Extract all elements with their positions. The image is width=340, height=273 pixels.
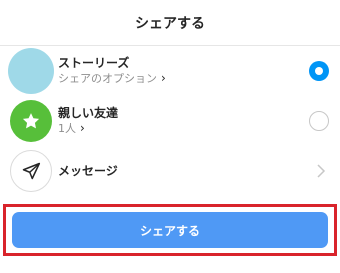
close-friends-texts: 親しい友達 1人 ›	[58, 96, 118, 146]
message-title: メッセージ	[58, 163, 118, 178]
star-icon	[22, 113, 40, 129]
share-button-highlight: シェアする	[3, 204, 337, 256]
message-avatar	[10, 150, 52, 192]
radio-dot	[315, 67, 323, 75]
close-friends-radio[interactable]	[309, 111, 329, 131]
stories-subtitle: シェアのオプション	[58, 72, 157, 85]
sheet-title: シェアする	[135, 15, 205, 32]
share-sheet: シェアする ストーリーズ シェアのオプション › 親しい友達 1人 › メッセー…	[0, 0, 340, 273]
share-option-message[interactable]: メッセージ	[0, 146, 340, 196]
message-texts: メッセージ	[58, 146, 118, 196]
stories-radio[interactable]	[309, 61, 329, 81]
close-friends-subtitle: 1人	[58, 122, 76, 135]
stories-title: ストーリーズ	[58, 56, 130, 70]
sheet-header: シェアする	[0, 0, 340, 46]
close-friends-title: 親しい友達	[58, 106, 119, 120]
stories-texts: ストーリーズ シェアのオプション ›	[58, 46, 166, 96]
chevron-right-icon: ›	[161, 71, 166, 85]
close-friends-count-link[interactable]: 1人 ›	[58, 121, 118, 136]
stories-options-link[interactable]: シェアのオプション ›	[58, 71, 166, 86]
share-option-stories[interactable]: ストーリーズ シェアのオプション ›	[0, 46, 340, 96]
paper-plane-icon	[22, 162, 41, 180]
chevron-right-icon: ›	[80, 121, 85, 135]
share-option-close-friends[interactable]: 親しい友達 1人 ›	[0, 96, 340, 146]
close-friends-avatar	[10, 100, 52, 142]
share-button[interactable]: シェアする	[12, 212, 328, 248]
chevron-right-icon	[317, 164, 326, 178]
avatar	[8, 48, 54, 94]
